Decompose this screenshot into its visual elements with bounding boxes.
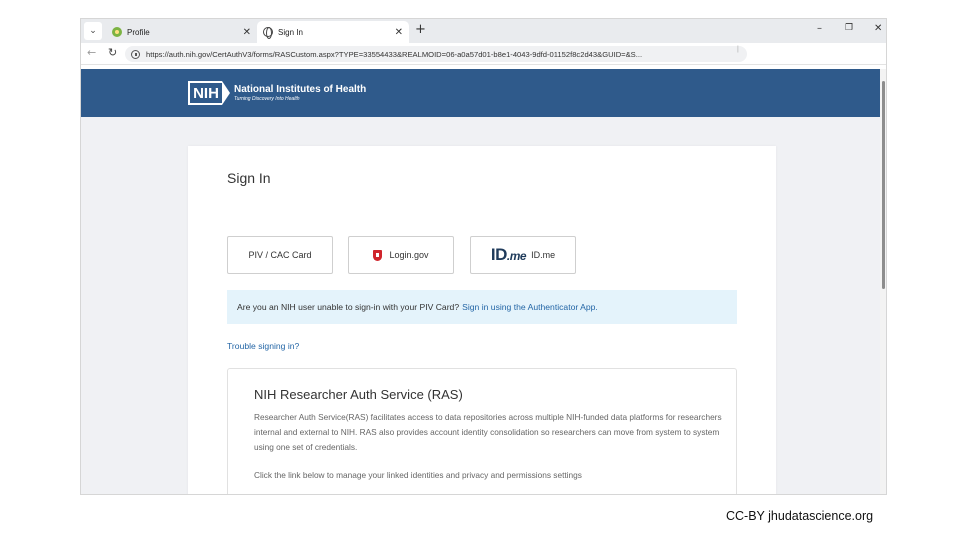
profile-favicon-icon <box>112 27 122 37</box>
piv-cac-card-button[interactable]: PIV / CAC Card <box>227 236 333 274</box>
restore-icon[interactable]: ❐ <box>845 23 853 33</box>
nih-logo-abbr: NIH <box>188 81 222 105</box>
globe-favicon-icon <box>263 27 273 39</box>
info-text: Are you an NIH user unable to sign-in wi… <box>237 302 460 312</box>
nih-org-name: National Institutes of Health <box>234 83 367 95</box>
login-gov-button[interactable]: Login.gov <box>348 236 454 274</box>
ras-description: Researcher Auth Service(RAS) facilitates… <box>254 412 722 452</box>
address-toolbar: ← ↻ https://auth.nih.gov/CertAuthV3/form… <box>81 43 886 65</box>
tab-profile-label: Profile <box>127 27 150 37</box>
tab-strip: ⌄ Profile ✕ Sign In ✕ + – ❐ ✕ <box>81 19 886 43</box>
nih-logo[interactable]: NIH National Institutes of Health Turnin… <box>188 81 366 105</box>
credit-text: CC-BY jhudatascience.org <box>726 509 874 523</box>
authenticator-info-bar: Are you an NIH user unable to sign-in wi… <box>227 290 737 324</box>
idme-button[interactable]: ID.me ID.me <box>470 236 576 274</box>
browser-window: ⌄ Profile ✕ Sign In ✕ + – ❐ ✕ ← ↻ https:… <box>80 18 887 495</box>
idme-label: ID.me <box>531 250 556 260</box>
ras-title: NIH Researcher Auth Service (RAS) <box>254 387 463 402</box>
address-bar[interactable]: https://auth.nih.gov/CertAuthV3/forms/RA… <box>125 46 747 62</box>
ras-link-prompt: Click the link below to manage your link… <box>254 470 582 480</box>
tab-close-icon[interactable]: ✕ <box>395 27 403 38</box>
back-arrow-icon[interactable]: ← <box>87 46 96 59</box>
address-bar-edge-icon: | <box>737 46 739 53</box>
tab-close-icon[interactable]: ✕ <box>243 27 251 38</box>
idme-logo: ID.me <box>490 245 527 264</box>
tab-list-dropdown-icon[interactable]: ⌄ <box>84 22 102 40</box>
new-tab-plus-icon[interactable]: + <box>415 22 426 37</box>
window-close-icon[interactable]: ✕ <box>874 23 882 34</box>
reload-icon[interactable]: ↻ <box>108 46 117 59</box>
login-gov-shield-icon <box>373 249 383 261</box>
tab-sign-in-label: Sign In <box>278 27 303 37</box>
scrollbar-thumb[interactable] <box>882 81 885 289</box>
tab-profile[interactable]: Profile ✕ <box>106 21 257 43</box>
ras-section: NIH Researcher Auth Service (RAS) Resear… <box>227 368 737 494</box>
nih-tagline: Turning Discovery Into Health <box>234 95 300 102</box>
piv-cac-card-label: PIV / CAC Card <box>248 250 312 260</box>
authenticator-app-link[interactable]: Sign in using the Authenticator App. <box>462 302 598 312</box>
site-info-icon[interactable] <box>131 49 140 59</box>
page-title: Sign In <box>227 170 271 186</box>
page-viewport: NIH National Institutes of Health Turnin… <box>81 69 881 494</box>
trouble-signing-in-link[interactable]: Trouble signing in? <box>227 341 299 351</box>
nih-header: NIH National Institutes of Health Turnin… <box>81 69 881 117</box>
url-text[interactable]: https://auth.nih.gov/CertAuthV3/forms/RA… <box>146 50 642 59</box>
sign-in-card: Sign In PIV / CAC Card Login.gov ID.me I… <box>188 146 776 494</box>
tab-sign-in[interactable]: Sign In ✕ <box>257 21 409 43</box>
login-gov-label: Login.gov <box>389 250 429 260</box>
nih-logo-arrow-icon <box>222 81 230 105</box>
minimize-icon[interactable]: – <box>817 23 822 34</box>
